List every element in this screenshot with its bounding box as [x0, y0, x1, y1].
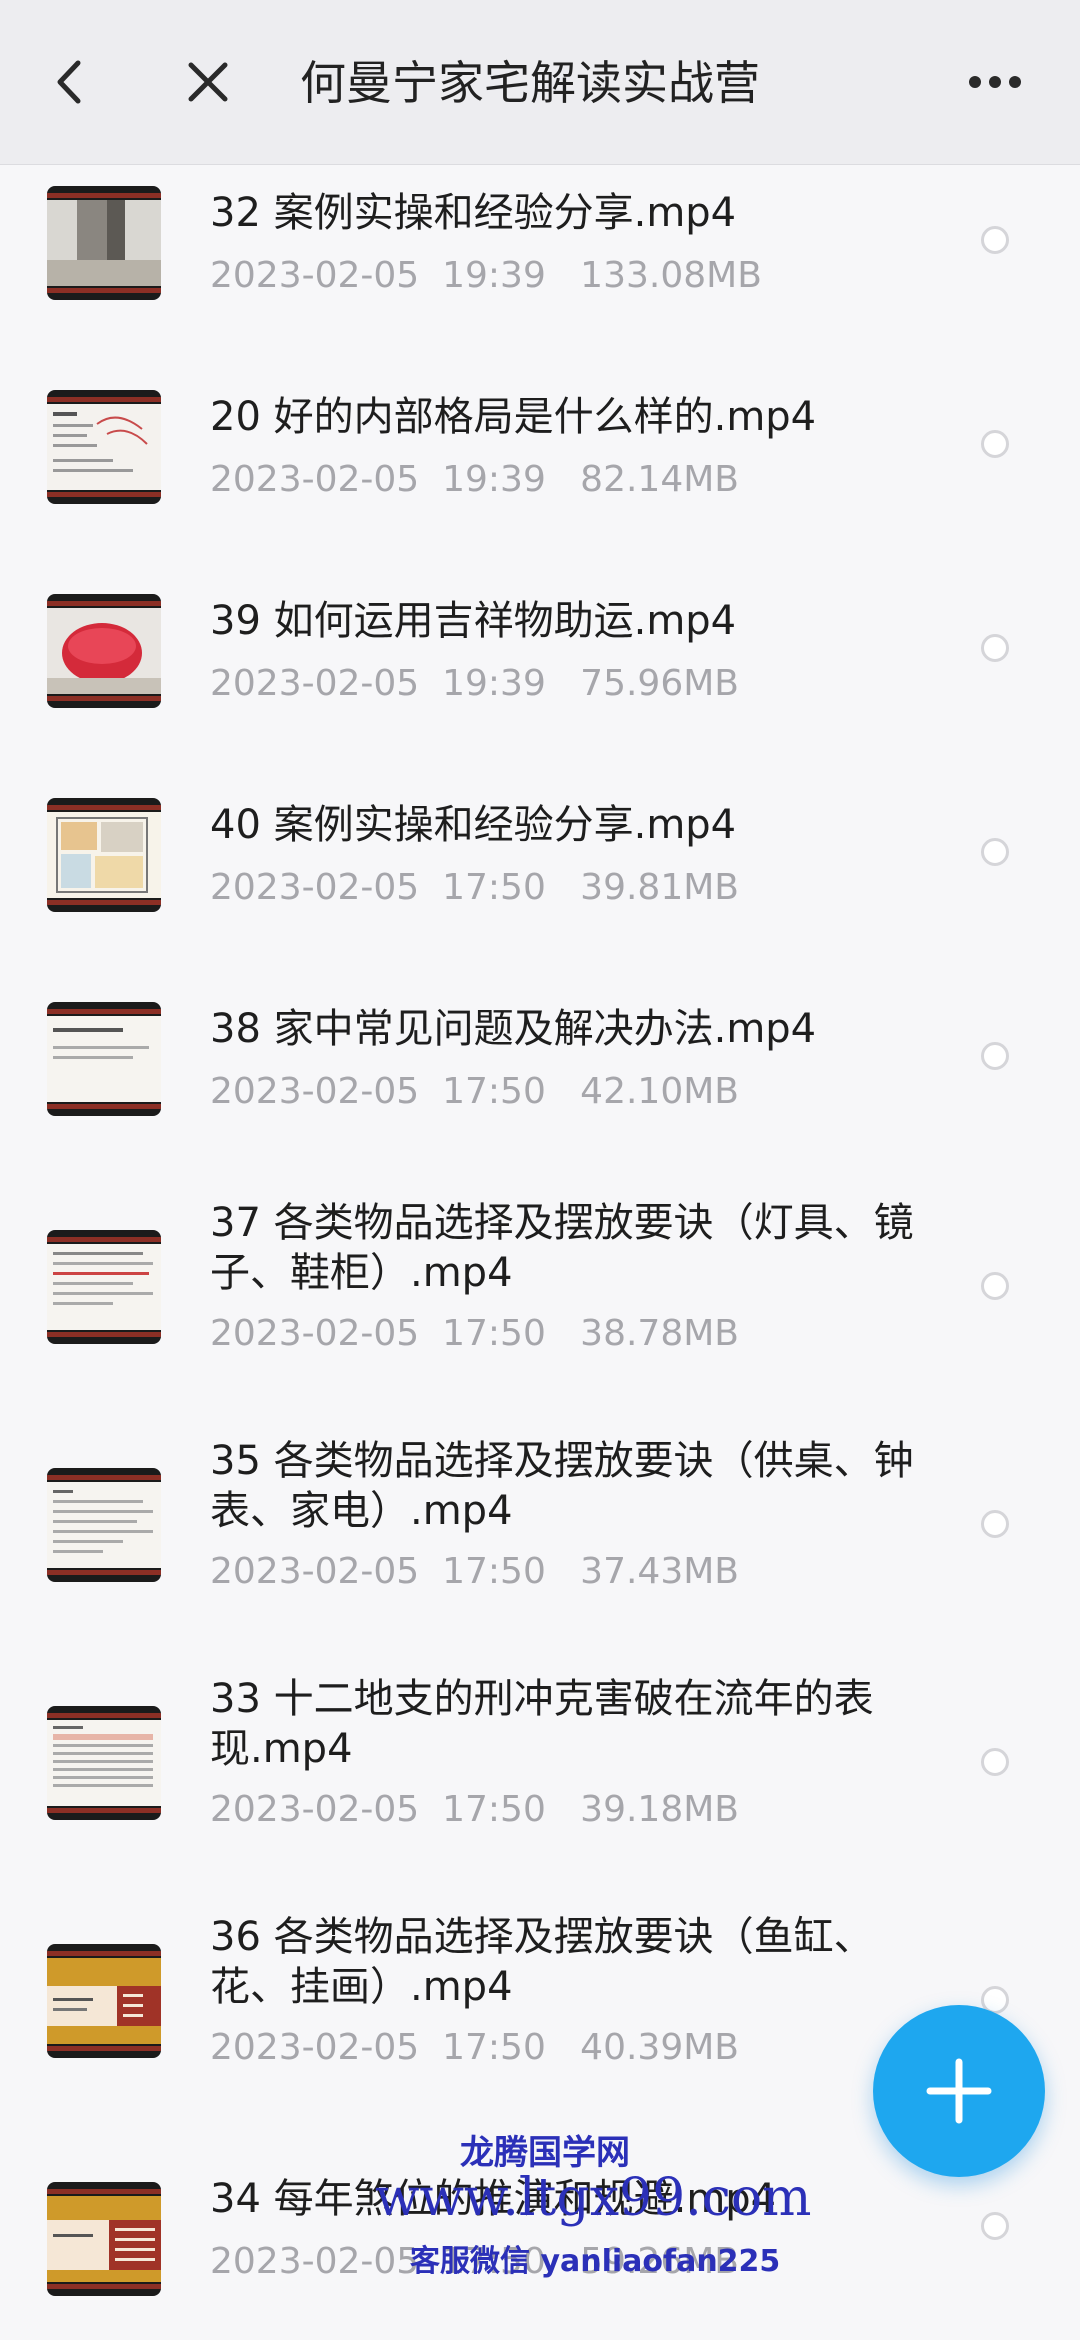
page-title: 何曼宁家宅解读实战营 [300, 56, 760, 110]
file-meta: 2023-02-05 17:50 42.10MB [210, 1071, 739, 1112]
file-row[interactable]: 32 案例实操和经验分享.mp4 2023-02-05 19:39 133.08… [0, 164, 1080, 368]
file-row[interactable]: 33 十二地支的刑冲克害破在流年的表现.mp4 2023-02-05 17:50… [0, 1660, 1080, 1898]
file-name: 40 案例实操和经验分享.mp4 [210, 802, 737, 848]
file-name: 33 十二地支的刑冲克害破在流年的表现.mp4 [210, 1676, 874, 1772]
select-radio[interactable] [981, 1042, 1009, 1070]
video-thumbnail [47, 1468, 161, 1582]
file-row[interactable]: 40 案例实操和经验分享.mp4 2023-02-05 17:50 39.81M… [0, 776, 1080, 980]
file-meta: 2023-02-05 17:50 38.78MB [210, 1313, 739, 1354]
file-meta: 2023-02-05 17:50 40.39MB [210, 2027, 739, 2068]
add-button[interactable] [873, 2005, 1045, 2177]
close-button[interactable] [168, 42, 248, 122]
watermark-contact: 客服微信 yanliaofan225 [410, 2244, 781, 2279]
select-radio[interactable] [981, 838, 1009, 866]
file-meta: 2023-02-05 17:50 37.43MB [210, 1551, 739, 1592]
back-button[interactable] [30, 42, 110, 122]
app-header: 何曼宁家宅解读实战营 [0, 0, 1080, 164]
watermark-site-name: 龙腾国学网 [460, 2133, 630, 2173]
video-thumbnail [47, 1230, 161, 1344]
file-row[interactable]: 35 各类物品选择及摆放要诀（供桌、钟表、家电）.mp4 2023-02-05 … [0, 1422, 1080, 1660]
video-thumbnail [47, 186, 161, 300]
select-radio[interactable] [981, 1272, 1009, 1300]
more-dots-icon [969, 76, 1021, 88]
video-thumbnail [47, 390, 161, 504]
file-name: 36 各类物品选择及摆放要诀（鱼缸、花、挂画）.mp4 [210, 1914, 874, 2010]
file-name: 32 案例实操和经验分享.mp4 [210, 190, 737, 236]
plus-icon [926, 2058, 992, 2124]
file-name: 35 各类物品选择及摆放要诀（供桌、钟表、家电）.mp4 [210, 1438, 914, 1534]
file-name: 39 如何运用吉祥物助运.mp4 [210, 598, 737, 644]
video-thumbnail [47, 2182, 161, 2296]
file-row[interactable]: 20 好的内部格局是什么样的.mp4 2023-02-05 19:39 82.1… [0, 368, 1080, 572]
select-radio[interactable] [981, 1748, 1009, 1776]
file-meta: 2023-02-05 19:39 75.96MB [210, 663, 739, 704]
file-row[interactable]: 38 家中常见问题及解决办法.mp4 2023-02-05 17:50 42.1… [0, 980, 1080, 1184]
file-name: 38 家中常见问题及解决办法.mp4 [210, 1006, 817, 1052]
select-radio[interactable] [981, 2212, 1009, 2240]
file-meta: 2023-02-05 17:50 39.18MB [210, 1789, 739, 1830]
video-thumbnail [47, 798, 161, 912]
file-row[interactable]: 39 如何运用吉祥物助运.mp4 2023-02-05 19:39 75.96M… [0, 572, 1080, 776]
select-radio[interactable] [981, 430, 1009, 458]
video-thumbnail [47, 594, 161, 708]
file-meta: 2023-02-05 19:39 133.08MB [210, 255, 762, 296]
more-button[interactable] [955, 42, 1035, 122]
video-thumbnail [47, 1706, 161, 1820]
chevron-left-icon [57, 60, 81, 104]
file-meta: 2023-02-05 17:50 39.81MB [210, 867, 739, 908]
file-name: 37 各类物品选择及摆放要诀（灯具、镜子、鞋柜）.mp4 [210, 1200, 914, 1296]
select-radio[interactable] [981, 634, 1009, 662]
file-meta: 2023-02-05 19:39 82.14MB [210, 459, 739, 500]
select-radio[interactable] [981, 1510, 1009, 1538]
file-row[interactable]: 37 各类物品选择及摆放要诀（灯具、镜子、鞋柜）.mp4 2023-02-05 … [0, 1184, 1080, 1422]
watermark-url: www.ltgx99.com [375, 2168, 812, 2228]
video-thumbnail [47, 1944, 161, 2058]
close-icon [188, 62, 228, 102]
file-name: 20 好的内部格局是什么样的.mp4 [210, 394, 817, 440]
select-radio[interactable] [981, 226, 1009, 254]
video-thumbnail [47, 1002, 161, 1116]
